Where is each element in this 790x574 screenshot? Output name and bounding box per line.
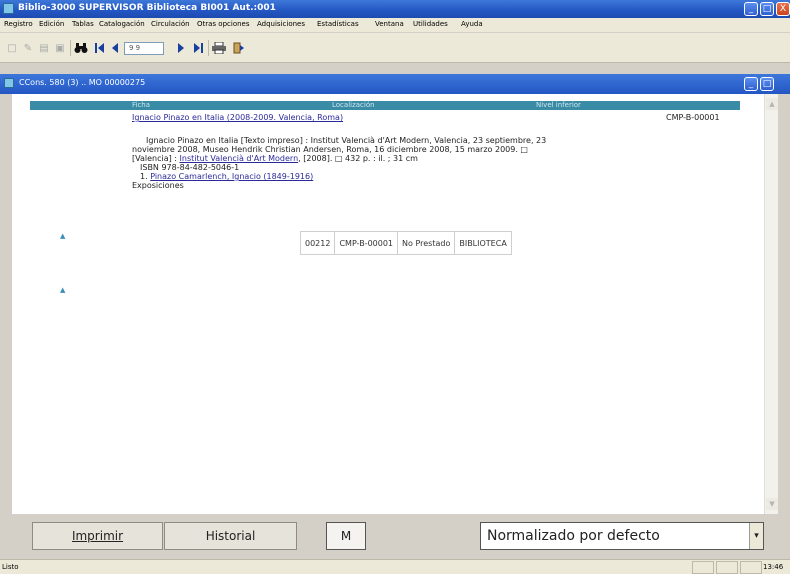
scroll-down-icon[interactable]: ▼ bbox=[766, 498, 778, 510]
tab-nivel-inferior[interactable]: Nivel inferior bbox=[536, 101, 581, 109]
subject-link[interactable]: Pinazo Camarlench, Ignacio (1849-1916) bbox=[150, 172, 313, 181]
table-row: 00212 CMP-B-00001 No Prestado BIBLIOTECA bbox=[299, 231, 512, 255]
menu-otras-opciones[interactable]: Otras opciones bbox=[197, 20, 250, 28]
new-icon[interactable]: □ bbox=[6, 41, 18, 55]
record-window-icon bbox=[4, 78, 14, 88]
record-window-title: CCons. 580 (3) .. MO 00000275 bbox=[19, 78, 146, 87]
delete-icon[interactable]: ▤ bbox=[38, 41, 50, 55]
menu-bar: Registro Edición Tablas Catalogación Cir… bbox=[0, 18, 790, 32]
app-title: Biblio-3000 SUPERVISOR Biblioteca BI001 … bbox=[18, 3, 276, 13]
menu-adquisiciones[interactable]: Adquisiciones bbox=[257, 20, 305, 28]
record-tabs-header: Ficha Localización Nivel inferior bbox=[30, 101, 740, 110]
app-title-bar: Biblio-3000 SUPERVISOR Biblioteca BI001 … bbox=[0, 0, 790, 18]
subject-number: 1. bbox=[140, 172, 148, 181]
minimize-button[interactable]: _ bbox=[744, 2, 758, 16]
status-text: Listo bbox=[2, 563, 19, 571]
display-format-select[interactable]: Normalizado por defecto ▾ bbox=[480, 522, 764, 550]
menu-estadisticas[interactable]: Estadísticas bbox=[317, 20, 359, 28]
description-line: noviembre 2008, Museo Hendrik Christian … bbox=[132, 145, 528, 154]
print-button-label: Imprimir bbox=[71, 529, 124, 543]
record-number-field[interactable]: 9 9 bbox=[124, 42, 164, 55]
m-button[interactable]: M bbox=[326, 522, 366, 550]
edit-icon[interactable]: ✎ bbox=[22, 41, 34, 55]
last-record-icon[interactable] bbox=[193, 41, 203, 55]
toolbar-separator bbox=[70, 40, 71, 56]
copy-location: BIBLIOTECA bbox=[454, 231, 512, 255]
menu-edicion[interactable]: Edición bbox=[39, 20, 64, 28]
status-bar: Listo 13:46 bbox=[0, 559, 790, 574]
record-window-maximize-button[interactable]: □ bbox=[760, 77, 774, 91]
up-arrow-icon[interactable]: ▲ bbox=[60, 232, 65, 240]
record-window-title-bar: CCons. 580 (3) .. MO 00000275 _ □ bbox=[0, 74, 790, 94]
menu-ayuda[interactable]: Ayuda bbox=[461, 20, 483, 28]
menu-registro[interactable]: Registro bbox=[4, 20, 33, 28]
display-format-value: Normalizado por defecto bbox=[487, 528, 660, 544]
print-icon[interactable] bbox=[212, 41, 226, 55]
vertical-scrollbar[interactable]: ▲ ▼ bbox=[764, 94, 778, 514]
menu-ventana[interactable]: Ventana bbox=[375, 20, 404, 28]
menu-catalogacion[interactable]: Catalogación bbox=[99, 20, 145, 28]
publisher-prefix: [Valencia] : bbox=[132, 154, 177, 163]
status-panel bbox=[692, 561, 714, 574]
copy-call-number: CMP-B-00001 bbox=[334, 231, 399, 255]
menu-circulacion[interactable]: Circulación bbox=[151, 20, 190, 28]
copy-number: 00212 bbox=[299, 231, 336, 255]
up-arrow-icon[interactable]: ▲ bbox=[60, 286, 65, 294]
binoculars-icon[interactable] bbox=[74, 41, 88, 55]
publication-details: , [2008]. □ 432 p. : il. ; 31 cm bbox=[298, 154, 418, 163]
toolbar: □ ✎ ▤ ▣ 9 9 bbox=[0, 33, 790, 63]
status-panel bbox=[716, 561, 738, 574]
tab-localizacion[interactable]: Localización bbox=[332, 101, 375, 109]
app-icon bbox=[3, 3, 14, 14]
status-panel bbox=[740, 561, 762, 574]
previous-record-icon[interactable] bbox=[110, 41, 120, 55]
toolbar-separator bbox=[208, 40, 209, 56]
next-record-icon[interactable] bbox=[176, 41, 186, 55]
maximize-button[interactable]: □ bbox=[760, 2, 774, 16]
clock: 13:46 bbox=[763, 563, 784, 571]
history-button[interactable]: Historial bbox=[164, 522, 297, 550]
call-number: CMP-B-00001 bbox=[666, 113, 720, 122]
chevron-down-icon[interactable]: ▾ bbox=[749, 523, 763, 549]
record-title-link[interactable]: Ignacio Pinazo en Italia (2008-2009. Val… bbox=[132, 113, 343, 122]
menu-utilidades[interactable]: Utilidades bbox=[413, 20, 448, 28]
publication-line: [Valencia] : Institut Valencià d'Art Mod… bbox=[132, 154, 664, 163]
close-button[interactable]: X bbox=[776, 2, 790, 16]
record-window-minimize-button[interactable]: _ bbox=[744, 77, 758, 91]
exit-icon[interactable] bbox=[232, 41, 246, 55]
history-button-label: Historial bbox=[205, 529, 256, 543]
menu-tablas[interactable]: Tablas bbox=[72, 20, 94, 28]
first-record-icon[interactable] bbox=[94, 41, 104, 55]
print-button[interactable]: Imprimir bbox=[32, 522, 163, 550]
loan-status: No Prestado bbox=[397, 231, 456, 255]
bibliographic-description: Ignacio Pinazo en Italia [Texto impreso]… bbox=[132, 136, 664, 190]
m-button-label: M bbox=[340, 529, 352, 543]
save-icon[interactable]: ▣ bbox=[54, 41, 66, 55]
description-line: Ignacio Pinazo en Italia [Texto impreso]… bbox=[146, 136, 547, 145]
scroll-up-icon[interactable]: ▲ bbox=[766, 98, 778, 110]
publisher-link[interactable]: Institut Valencià d'Art Modern bbox=[180, 154, 299, 163]
tab-ficha[interactable]: Ficha bbox=[132, 101, 150, 109]
subject-category: Exposiciones bbox=[132, 181, 184, 190]
holdings-table: 00212 CMP-B-00001 No Prestado BIBLIOTECA bbox=[299, 231, 512, 255]
subject-line: 1. Pinazo Camarlench, Ignacio (1849-1916… bbox=[132, 172, 664, 181]
isbn: ISBN 978-84-482-5046-1 bbox=[140, 163, 240, 172]
